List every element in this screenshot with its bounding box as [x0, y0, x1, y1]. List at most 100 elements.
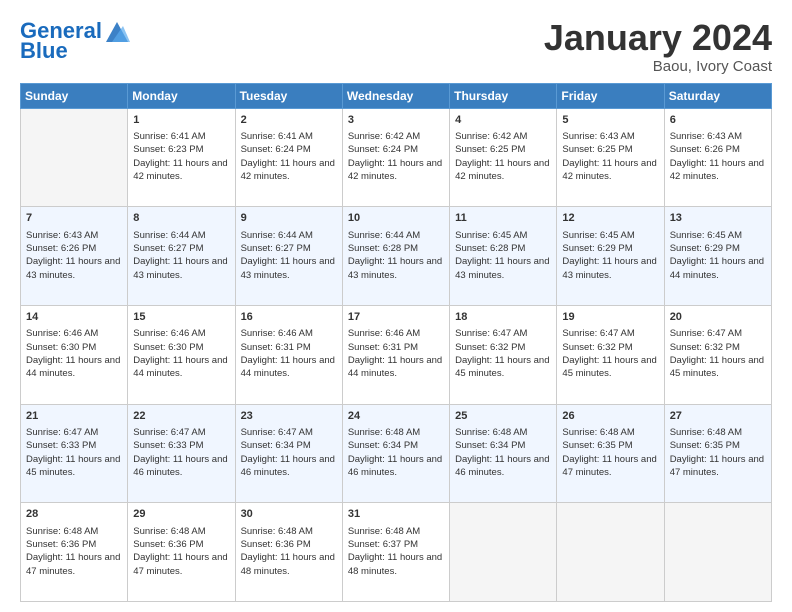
day-number: 4 — [455, 113, 551, 128]
sunrise-text: Sunrise: 6:48 AM — [241, 525, 337, 538]
daylight-text: Daylight: 11 hours and 44 minutes. — [26, 354, 122, 381]
sunrise-text: Sunrise: 6:47 AM — [670, 327, 766, 340]
daylight-text: Daylight: 11 hours and 43 minutes. — [348, 255, 444, 282]
calendar-cell: 29Sunrise: 6:48 AMSunset: 6:36 PMDayligh… — [128, 503, 235, 602]
sunset-text: Sunset: 6:25 PM — [455, 143, 551, 156]
sunset-text: Sunset: 6:30 PM — [26, 341, 122, 354]
page: General Blue January 2024 Baou, Ivory Co… — [0, 0, 792, 612]
day-number: 12 — [562, 211, 658, 226]
calendar-cell: 15Sunrise: 6:46 AMSunset: 6:30 PMDayligh… — [128, 305, 235, 404]
sunrise-text: Sunrise: 6:48 AM — [26, 525, 122, 538]
sunrise-text: Sunrise: 6:48 AM — [562, 426, 658, 439]
sunset-text: Sunset: 6:34 PM — [455, 439, 551, 452]
sunset-text: Sunset: 6:27 PM — [241, 242, 337, 255]
daylight-text: Daylight: 11 hours and 42 minutes. — [455, 157, 551, 184]
day-header-thursday: Thursday — [450, 83, 557, 108]
calendar-cell: 8Sunrise: 6:44 AMSunset: 6:27 PMDaylight… — [128, 207, 235, 306]
calendar-cell: 18Sunrise: 6:47 AMSunset: 6:32 PMDayligh… — [450, 305, 557, 404]
sunrise-text: Sunrise: 6:43 AM — [562, 130, 658, 143]
calendar-cell: 10Sunrise: 6:44 AMSunset: 6:28 PMDayligh… — [342, 207, 449, 306]
sunset-text: Sunset: 6:36 PM — [241, 538, 337, 551]
day-number: 14 — [26, 310, 122, 325]
daylight-text: Daylight: 11 hours and 42 minutes. — [562, 157, 658, 184]
header: General Blue January 2024 Baou, Ivory Co… — [20, 18, 772, 75]
day-header-saturday: Saturday — [664, 83, 771, 108]
day-number: 31 — [348, 507, 444, 522]
location-subtitle: Baou, Ivory Coast — [544, 58, 772, 75]
day-number: 18 — [455, 310, 551, 325]
sunset-text: Sunset: 6:28 PM — [455, 242, 551, 255]
calendar-cell — [557, 503, 664, 602]
daylight-text: Daylight: 11 hours and 47 minutes. — [26, 551, 122, 578]
daylight-text: Daylight: 11 hours and 43 minutes. — [133, 255, 229, 282]
calendar-cell: 11 Sunrise: 6:45 AMSunset: 6:28 PMDayligh… — [450, 207, 557, 306]
calendar-cell: 14Sunrise: 6:46 AMSunset: 6:30 PMDayligh… — [21, 305, 128, 404]
sunrise-text: Sunrise: 6:44 AM — [241, 229, 337, 242]
title-block: January 2024 Baou, Ivory Coast — [544, 18, 772, 75]
calendar-cell: 12Sunrise: 6:45 AMSunset: 6:29 PMDayligh… — [557, 207, 664, 306]
daylight-text: Daylight: 11 hours and 47 minutes. — [133, 551, 229, 578]
daylight-text: Daylight: 11 hours and 42 minutes. — [670, 157, 766, 184]
sunrise-text: Sunrise: 6:48 AM — [133, 525, 229, 538]
day-number: 29 — [133, 507, 229, 522]
sunrise-text: Sunrise: 6:45 AM — [670, 229, 766, 242]
calendar-cell: 31Sunrise: 6:48 AMSunset: 6:37 PMDayligh… — [342, 503, 449, 602]
daylight-text: Daylight: 11 hours and 44 minutes. — [133, 354, 229, 381]
sunset-text: Sunset: 6:35 PM — [670, 439, 766, 452]
calendar-cell: 9Sunrise: 6:44 AMSunset: 6:27 PMDaylight… — [235, 207, 342, 306]
calendar-cell: 2Sunrise: 6:41 AMSunset: 6:24 PMDaylight… — [235, 108, 342, 207]
calendar-cell: 24Sunrise: 6:48 AMSunset: 6:34 PMDayligh… — [342, 404, 449, 503]
sunset-text: Sunset: 6:23 PM — [133, 143, 229, 156]
daylight-text: Daylight: 11 hours and 48 minutes. — [241, 551, 337, 578]
sunset-text: Sunset: 6:35 PM — [562, 439, 658, 452]
calendar-cell: 19Sunrise: 6:47 AMSunset: 6:32 PMDayligh… — [557, 305, 664, 404]
daylight-text: Daylight: 11 hours and 43 minutes. — [26, 255, 122, 282]
sunset-text: Sunset: 6:24 PM — [348, 143, 444, 156]
sunset-text: Sunset: 6:29 PM — [562, 242, 658, 255]
day-header-wednesday: Wednesday — [342, 83, 449, 108]
sunrise-text: Sunrise: 6:45 AM — [455, 229, 551, 242]
sunrise-text: Sunrise: 6:48 AM — [455, 426, 551, 439]
day-number: 10 — [348, 211, 444, 226]
header-row: SundayMondayTuesdayWednesdayThursdayFrid… — [21, 83, 772, 108]
daylight-text: Daylight: 11 hours and 44 minutes. — [348, 354, 444, 381]
daylight-text: Daylight: 11 hours and 42 minutes. — [348, 157, 444, 184]
sunrise-text: Sunrise: 6:44 AM — [133, 229, 229, 242]
sunrise-text: Sunrise: 6:46 AM — [348, 327, 444, 340]
day-header-monday: Monday — [128, 83, 235, 108]
sunset-text: Sunset: 6:31 PM — [241, 341, 337, 354]
daylight-text: Daylight: 11 hours and 43 minutes. — [455, 255, 551, 282]
sunset-text: Sunset: 6:26 PM — [26, 242, 122, 255]
calendar-cell: 25Sunrise: 6:48 AMSunset: 6:34 PMDayligh… — [450, 404, 557, 503]
day-number: 16 — [241, 310, 337, 325]
daylight-text: Daylight: 11 hours and 46 minutes. — [455, 453, 551, 480]
calendar-cell: 17Sunrise: 6:46 AMSunset: 6:31 PMDayligh… — [342, 305, 449, 404]
sunrise-text: Sunrise: 6:43 AM — [26, 229, 122, 242]
sunrise-text: Sunrise: 6:46 AM — [241, 327, 337, 340]
sunrise-text: Sunrise: 6:47 AM — [455, 327, 551, 340]
calendar-cell: 7Sunrise: 6:43 AMSunset: 6:26 PMDaylight… — [21, 207, 128, 306]
day-header-sunday: Sunday — [21, 83, 128, 108]
sunrise-text: Sunrise: 6:48 AM — [348, 426, 444, 439]
day-number: 11 — [455, 211, 551, 226]
day-header-friday: Friday — [557, 83, 664, 108]
logo: General Blue — [20, 18, 130, 62]
sunset-text: Sunset: 6:33 PM — [133, 439, 229, 452]
daylight-text: Daylight: 11 hours and 45 minutes. — [670, 354, 766, 381]
calendar-cell: 27Sunrise: 6:48 AMSunset: 6:35 PMDayligh… — [664, 404, 771, 503]
sunrise-text: Sunrise: 6:47 AM — [241, 426, 337, 439]
daylight-text: Daylight: 11 hours and 46 minutes. — [241, 453, 337, 480]
sunrise-text: Sunrise: 6:48 AM — [670, 426, 766, 439]
sunset-text: Sunset: 6:32 PM — [670, 341, 766, 354]
day-number: 3 — [348, 113, 444, 128]
sunset-text: Sunset: 6:32 PM — [562, 341, 658, 354]
calendar-cell: 6Sunrise: 6:43 AMSunset: 6:26 PMDaylight… — [664, 108, 771, 207]
day-number: 30 — [241, 507, 337, 522]
sunrise-text: Sunrise: 6:46 AM — [133, 327, 229, 340]
sunset-text: Sunset: 6:28 PM — [348, 242, 444, 255]
calendar-cell: 22Sunrise: 6:47 AMSunset: 6:33 PMDayligh… — [128, 404, 235, 503]
calendar-cell: 3Sunrise: 6:42 AMSunset: 6:24 PMDaylight… — [342, 108, 449, 207]
sunset-text: Sunset: 6:33 PM — [26, 439, 122, 452]
calendar-table: SundayMondayTuesdayWednesdayThursdayFrid… — [20, 83, 772, 602]
daylight-text: Daylight: 11 hours and 45 minutes. — [26, 453, 122, 480]
